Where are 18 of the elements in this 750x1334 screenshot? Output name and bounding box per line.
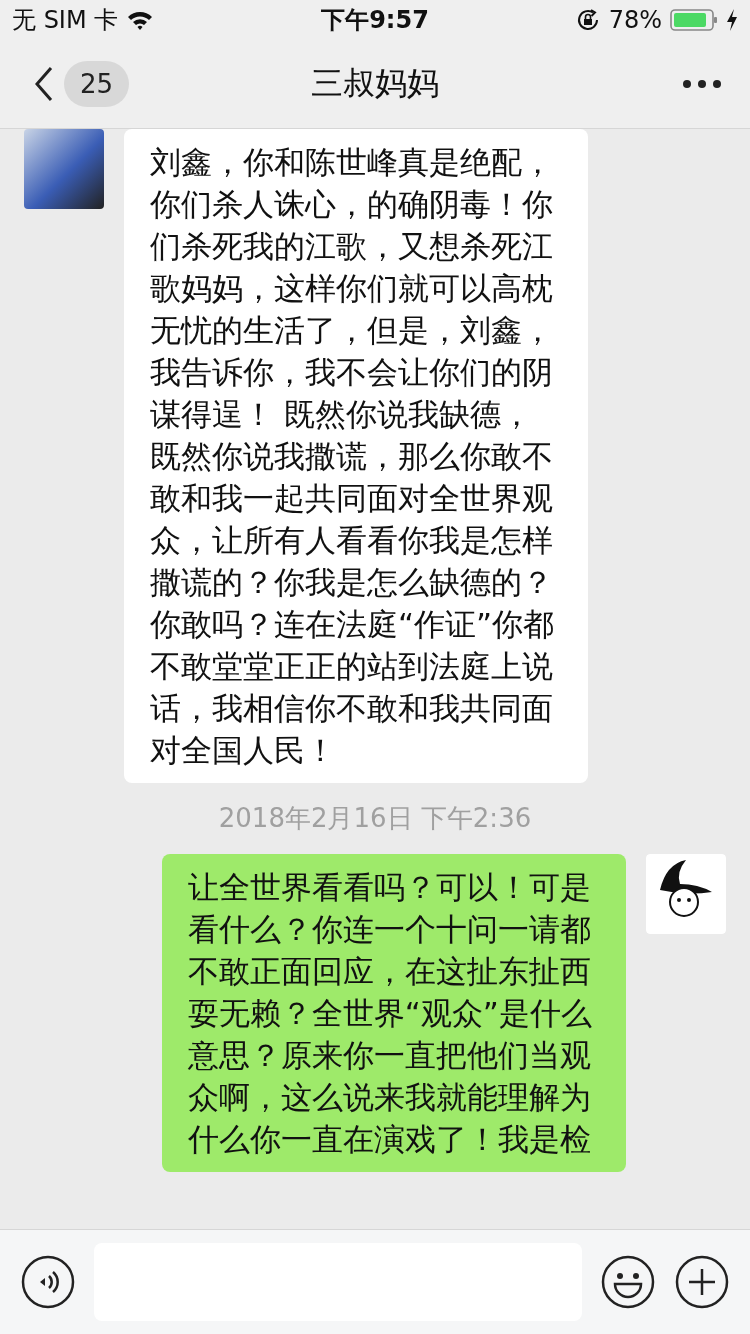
back-chevron-icon[interactable]: [34, 66, 54, 102]
battery-percent: 78%: [608, 6, 662, 34]
sent-message-bubble: 让全世界看看吗？可以！可是看什么？你连一个十问一请都不敢正面回应，在这扯东扯西耍无赖？全世界“观众”是什么意思？原来你一直把他们当观众啊，这么说来我就能理解为什么你一直在演戏了！我是检: [161, 854, 626, 1172]
received-message-bubble: 刘鑫，你和陈世峰真是绝配，你们杀人诛心，的确阴毒！你们杀死我的江歌，又想杀死江歌妈妈，这样你们就可以高枕无忧的生活了，但是，刘鑫，我告诉你，我不会让你们的阴谋得逞！ 既然你说我缺德，既然你说我撒谎，那么你敢不敢和我一起共同面对全世界观众，让所有人看看你我是怎样撒谎的？你我是怎么缺德的？你敢吗？连在法庭“作证”你都不敢堂堂正正的站到法庭上说话，我相信你不敢和我共同面对全国人民！: [124, 129, 589, 783]
emoji-icon[interactable]: [600, 1254, 656, 1310]
chat-title: 三叔妈妈: [311, 63, 439, 104]
cartoon-avatar-icon[interactable]: [646, 854, 726, 934]
wifi-icon: [126, 9, 155, 31]
avatar-photo-placeholder[interactable]: [24, 129, 104, 209]
plus-icon[interactable]: [674, 1254, 730, 1310]
voice-icon[interactable]: [20, 1254, 76, 1310]
message-timestamp: 2018年2月16日 下午2:36: [218, 802, 532, 835]
unread-count-badge[interactable]: 25: [64, 61, 130, 107]
more-icon[interactable]: [682, 79, 722, 89]
battery-icon: [670, 8, 718, 32]
carrier-label: 无 SIM 卡: [12, 5, 119, 36]
status-time: 下午9:57: [321, 5, 429, 36]
charging-bolt-icon: [726, 8, 738, 32]
